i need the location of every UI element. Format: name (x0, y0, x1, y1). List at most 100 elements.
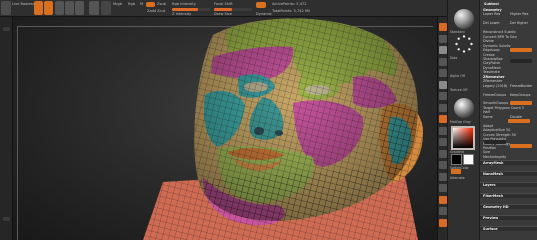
panel-row[interactable]: Crease (483, 53, 495, 57)
live-boolean-label[interactable]: Live Boolean (12, 2, 35, 6)
alpha-label[interactable]: Alpha Off (450, 74, 465, 78)
tray-handle-icon[interactable] (3, 27, 10, 31)
panel-row[interactable]: Legacy (2018) (483, 84, 507, 88)
panel-row[interactable]: AdaptiveSize 50 (483, 128, 510, 132)
move-button[interactable] (55, 1, 64, 15)
m-label[interactable]: M (140, 2, 143, 6)
panel-option-button[interactable] (484, 140, 506, 144)
texture-label[interactable]: Texture Off (450, 88, 467, 92)
edit-button[interactable] (34, 1, 43, 15)
panel-row[interactable]: FreezeBorder (510, 84, 532, 88)
local-icon[interactable] (439, 115, 447, 123)
scale-button[interactable] (65, 1, 74, 15)
frame-icon[interactable] (439, 138, 447, 146)
rgb-label[interactable]: Rgb (128, 2, 135, 6)
panel-title[interactable]: Subtool (484, 2, 499, 6)
scale-icon[interactable] (439, 161, 447, 169)
panel-row[interactable]: ShadowBox (483, 57, 503, 61)
move-icon[interactable] (439, 149, 447, 158)
xpose-icon[interactable] (439, 218, 447, 227)
section-label[interactable]: Layers (483, 183, 496, 187)
panel-option-button[interactable] (510, 144, 532, 148)
zsub-label[interactable]: Zsub (157, 2, 166, 6)
actual-icon[interactable] (439, 69, 447, 77)
color-picker[interactable] (451, 126, 475, 150)
panel-row[interactable]: ZRemesher (483, 75, 505, 79)
dynamic-toggle[interactable] (256, 2, 266, 8)
section-label[interactable]: FiberMesh (483, 194, 503, 198)
brush-sphere-icon[interactable] (454, 9, 474, 29)
section-label[interactable]: Surface (483, 227, 498, 231)
panel-row[interactable]: Del Higher (510, 21, 528, 25)
panel-row[interactable]: KeepGroups (510, 93, 530, 97)
panel-row[interactable]: Adapt (483, 124, 493, 128)
panel-row[interactable]: Position (483, 146, 496, 150)
brush-button[interactable] (101, 1, 111, 15)
rotate-button[interactable] (75, 1, 84, 15)
panel-row[interactable]: Curves Strength 50 (483, 133, 516, 137)
panel-option-button[interactable] (510, 48, 532, 52)
spix-icon[interactable] (439, 34, 447, 43)
solo-icon[interactable] (439, 207, 447, 215)
zadd-button[interactable] (146, 2, 155, 7)
panel-option-button[interactable] (510, 59, 532, 63)
panel-row[interactable]: Half (483, 110, 490, 114)
dynamic-label[interactable]: Dynamic (256, 12, 272, 16)
panel-row[interactable]: FreezeGroups (483, 93, 506, 97)
focal-shift-slider[interactable] (214, 8, 252, 11)
panel-row[interactable]: SmoothGroups (483, 101, 508, 105)
viewport-canvas[interactable] (13, 17, 437, 240)
rgb-intensity-slider[interactable] (172, 8, 210, 11)
stroke-dots-icon[interactable] (454, 34, 474, 54)
panel-row[interactable]: Dynamic Subdiv (483, 44, 511, 48)
polyf-icon[interactable] (439, 184, 447, 192)
tool-thumbnail-icon[interactable] (1, 1, 11, 15)
section-label[interactable]: ArrayMesh (483, 161, 503, 165)
panel-row[interactable]: MeshIntegrity (483, 155, 506, 159)
panel-row[interactable]: Convert BPR To Geo (483, 35, 517, 39)
xyz-icon[interactable] (439, 126, 447, 135)
section-label[interactable]: Preview (483, 216, 498, 220)
panel-row[interactable]: ClayPolish (483, 61, 500, 65)
panel-row[interactable]: Del Lower (483, 21, 500, 25)
alternate-label[interactable]: Alternate (450, 176, 465, 180)
tray-handle-icon[interactable] (3, 217, 10, 221)
persp-icon[interactable] (439, 92, 447, 100)
bpr-icon[interactable] (439, 23, 447, 31)
main-color-swatch[interactable] (451, 154, 462, 165)
section-label[interactable]: NanoMesh (483, 172, 503, 176)
section-label[interactable]: Geometry HD (483, 205, 509, 209)
zadd-label[interactable]: Zadd (147, 9, 156, 13)
zcut-label[interactable]: Zcut (157, 9, 165, 13)
rotate-icon[interactable] (439, 172, 447, 181)
panel-row[interactable]: Geometry (483, 8, 502, 12)
scroll-icon[interactable] (439, 46, 447, 54)
panel-row[interactable]: Higher Res (510, 12, 528, 16)
zoom-icon[interactable] (439, 57, 447, 66)
panel-row[interactable]: Target Polygons Count 5 (483, 106, 524, 110)
color-square[interactable] (453, 128, 473, 148)
alternate-toggle[interactable] (451, 169, 461, 174)
material-label[interactable]: MatCap Gray (450, 120, 471, 124)
head-mesh[interactable] (13, 17, 437, 240)
panel-row[interactable]: Same (483, 115, 493, 119)
transp-icon[interactable] (439, 195, 447, 204)
aahalf-icon[interactable] (439, 80, 447, 89)
material-sphere-icon[interactable] (454, 98, 474, 118)
panel-row[interactable]: Tessimate (483, 70, 500, 74)
panel-row[interactable]: Size (483, 150, 490, 154)
stroke-label[interactable]: Dots (450, 56, 457, 60)
panel-row[interactable]: ZRemesher (483, 79, 502, 83)
panel-row[interactable]: Reconstruct Subdiv (483, 30, 516, 34)
floor-icon[interactable] (439, 103, 447, 112)
panel-option-button[interactable] (508, 119, 530, 123)
gizmo-button[interactable] (89, 1, 99, 15)
panel-row[interactable]: Lower Res (483, 12, 500, 16)
panel-row[interactable]: DynaMesh (483, 66, 501, 70)
secondary-color-swatch[interactable] (463, 154, 474, 165)
panel-row[interactable]: EdgeLoop (483, 48, 500, 52)
panel-option-button[interactable] (510, 101, 532, 105)
panel-row[interactable]: Divide (483, 39, 494, 43)
draw-button[interactable] (44, 1, 53, 15)
mrgb-label[interactable]: Mrgb (113, 2, 122, 6)
